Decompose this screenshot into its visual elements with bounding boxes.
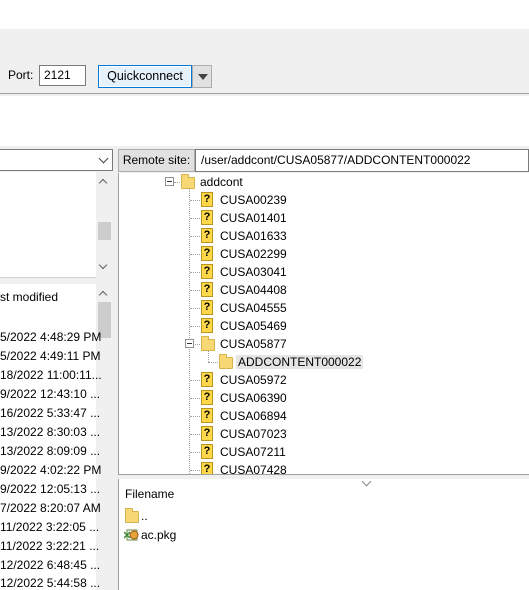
scroll-up-icon[interactable] <box>98 178 108 188</box>
unknown-folder-icon: ? <box>201 228 213 243</box>
scroll-thumb[interactable] <box>98 222 111 240</box>
unknown-folder-icon: ? <box>201 264 213 279</box>
list-item[interactable]: 12/2022 6:48:45 ... <box>0 558 100 572</box>
quickconnect-button[interactable]: Quickconnect <box>98 65 192 88</box>
tree-node[interactable]: ? CUSA05972 <box>201 371 287 389</box>
tree-node-addcont[interactable]: addcont <box>181 173 243 191</box>
column-header-last-modified[interactable]: st modified <box>0 290 58 304</box>
quickconnect-dropdown-button[interactable] <box>192 65 212 88</box>
tree-node[interactable]: ? CUSA07428 <box>201 461 287 474</box>
list-item[interactable]: 9/2022 4:02:22 PM <box>0 463 101 477</box>
unknown-folder-icon: ? <box>201 372 213 387</box>
column-header-filename[interactable]: Filename <box>125 487 174 501</box>
tree-node-selected[interactable]: ADDCONTENT000022 <box>219 353 364 371</box>
list-item[interactable]: 13/2022 8:09:09 ... <box>0 444 100 458</box>
message-log[interactable] <box>0 96 529 146</box>
unknown-folder-icon: ? <box>201 192 213 207</box>
remote-site-label: Remote site: <box>118 149 195 172</box>
scroll-down-icon[interactable] <box>98 260 108 270</box>
unknown-folder-icon: ? <box>201 390 213 405</box>
tree-node[interactable]: ? CUSA03041 <box>201 263 287 281</box>
tree-node[interactable]: ? CUSA05469 <box>201 317 287 335</box>
unknown-folder-icon: ? <box>201 444 213 459</box>
port-input[interactable]: 2121 <box>39 65 86 86</box>
list-item-parent-dir[interactable]: .. <box>125 507 148 525</box>
unknown-folder-icon: ? <box>201 426 213 441</box>
local-tree-scrollbar[interactable] <box>96 172 113 278</box>
remote-path-input[interactable]: /user/addcont/CUSA05877/ADDCONTENT000022 <box>195 149 529 172</box>
list-item[interactable]: 18/2022 11:00:11... <box>0 368 102 382</box>
tree-node[interactable]: ? CUSA00239 <box>201 191 287 209</box>
list-item[interactable]: 9/2022 12:05:13 ... <box>0 482 100 496</box>
menu-area <box>0 0 529 29</box>
list-item[interactable]: 11/2022 3:22:21 ... <box>0 539 99 553</box>
list-item[interactable]: 12/2022 5:44:58 ... <box>0 576 100 590</box>
package-file-icon <box>124 529 139 541</box>
list-item[interactable]: 7/2022 8:20:07 AM <box>0 501 101 515</box>
unknown-folder-icon: ? <box>201 246 213 261</box>
tree-node[interactable]: ? CUSA01401 <box>201 209 287 227</box>
tree-node[interactable]: ? CUSA04408 <box>201 281 287 299</box>
tree-node[interactable]: ? CUSA06390 <box>201 389 287 407</box>
tree-node[interactable]: ? CUSA01633 <box>201 227 287 245</box>
folder-icon <box>181 174 195 189</box>
tree-node[interactable]: ? CUSA07023 <box>201 425 287 443</box>
list-item[interactable]: 9/2022 12:43:10 ... <box>0 387 100 401</box>
unknown-folder-icon: ? <box>201 462 213 474</box>
remote-file-list[interactable] <box>118 479 529 590</box>
chevron-down-icon <box>98 153 109 164</box>
unknown-folder-icon: ? <box>201 318 213 333</box>
collapse-icon[interactable] <box>165 177 174 186</box>
tree-node-expanded[interactable]: CUSA05877 <box>201 335 287 353</box>
list-item[interactable]: 13/2022 8:30:03 ... <box>0 425 100 439</box>
folder-icon <box>201 336 215 351</box>
unknown-folder-icon: ? <box>201 408 213 423</box>
tree-node[interactable]: ? CUSA02299 <box>201 245 287 263</box>
list-item[interactable]: 5/2022 4:48:29 PM <box>0 330 101 344</box>
list-item[interactable]: 16/2022 5:33:47 ... <box>0 406 100 420</box>
list-item-file[interactable]: ac.pkg <box>124 526 176 544</box>
unknown-folder-icon: ? <box>201 282 213 297</box>
list-item[interactable]: 5/2022 4:49:11 PM <box>0 349 101 363</box>
folder-icon <box>219 354 233 369</box>
remote-directory-tree[interactable]: addcont ? CUSA00239 ? CUSA01401 ? CUSA01… <box>118 173 529 475</box>
unknown-folder-icon: ? <box>201 300 213 315</box>
local-directory-tree[interactable] <box>0 172 113 278</box>
local-site-combo[interactable] <box>0 149 113 171</box>
unknown-folder-icon: ? <box>201 210 213 225</box>
folder-icon <box>125 508 139 523</box>
tree-node[interactable]: ? CUSA04555 <box>201 299 287 317</box>
port-label: Port: <box>8 68 34 82</box>
tree-node[interactable]: ? CUSA06894 <box>201 407 287 425</box>
local-file-list[interactable]: st modified 5/2022 4:48:29 PM 5/2022 4:4… <box>0 284 113 590</box>
list-item[interactable]: 11/2022 3:22:05 ... <box>0 520 99 534</box>
tree-node[interactable]: ? CUSA07211 <box>201 443 286 461</box>
scroll-up-icon[interactable] <box>98 290 108 300</box>
collapse-icon[interactable] <box>185 339 194 348</box>
